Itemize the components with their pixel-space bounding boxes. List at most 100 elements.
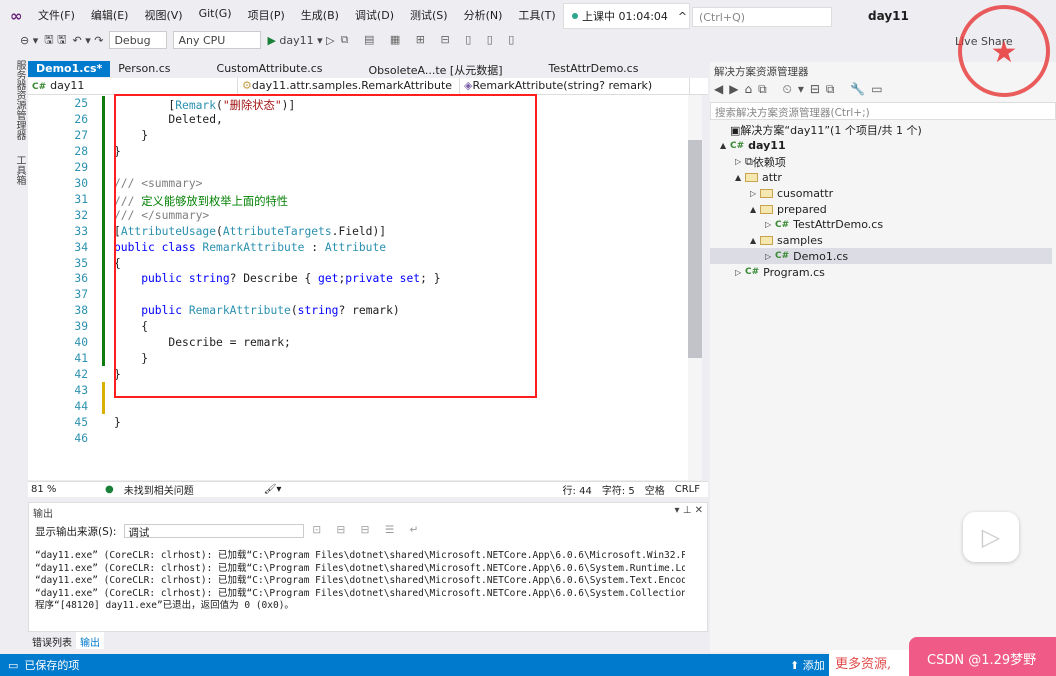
output-title: 输出 [33, 509, 53, 520]
line-number: 行: 44 [562, 486, 592, 497]
line-number: 46 [74, 431, 88, 445]
editor-scrollbar-thumb[interactable] [688, 140, 702, 358]
csharp-file-icon: C# [775, 251, 790, 262]
document-tab[interactable]: ObsoleteA...te [从元数据] [361, 61, 511, 77]
toolbox-tab[interactable]: 工具箱 [12, 155, 27, 185]
chevron-up-icon[interactable]: ^ [678, 10, 687, 23]
document-tab[interactable]: TestAttrDemo.cs [541, 61, 647, 77]
expander-icon[interactable]: ▲ [750, 205, 760, 214]
output-source-select[interactable]: 调试 [124, 524, 305, 539]
class-icon: ⚙ [242, 79, 252, 92]
menu-item[interactable]: 工具(T) [518, 7, 555, 23]
issues-status[interactable]: 未找到相关问题 [124, 482, 194, 497]
expander-icon[interactable]: ▷ [735, 157, 745, 166]
output-tab[interactable]: 输出 [76, 632, 104, 649]
menu-item[interactable]: Git(G) [199, 7, 232, 23]
highlight-annotation-box [114, 94, 537, 398]
expander-icon[interactable]: ▲ [735, 173, 745, 182]
csharp-file-icon: C# [775, 219, 790, 230]
line-number: 43 [74, 384, 88, 398]
folder-icon [760, 236, 773, 246]
expander-icon[interactable]: ▷ [765, 220, 775, 229]
menu-item[interactable]: 项目(P) [248, 7, 285, 23]
menu-item[interactable]: 分析(N) [464, 7, 503, 23]
save-icon[interactable]: 🖫 🖫 [44, 31, 66, 50]
menu-item[interactable]: 视图(V) [144, 7, 182, 23]
csharp-project-icon: C# [32, 82, 47, 92]
output-toolbar-icons[interactable]: ⊡ ⊟ ⊟ ☰ ↵ [312, 524, 424, 538]
cleanup-icon[interactable]: 🖌▾ [264, 484, 282, 495]
type-dropdown[interactable]: ⚙day11.attr.samples.RemarkAttribute [238, 78, 460, 94]
menu-item[interactable]: 生成(B) [301, 7, 339, 23]
output-source-value: 调试 [128, 527, 150, 539]
platform-select[interactable]: Any CPU [173, 31, 262, 49]
tree-item-label: prepared [777, 202, 827, 216]
line-ending[interactable]: CRLF [675, 484, 700, 495]
status-text: 已保存的项 [24, 659, 80, 672]
menu-item[interactable]: 调试(D) [355, 7, 394, 23]
document-tab[interactable]: CustomAttribute.cs [209, 61, 331, 77]
zoom-select[interactable]: 81 % [31, 484, 75, 495]
navigation-bar: C# day11 ⚙day11.attr.samples.RemarkAttrib… [28, 78, 708, 95]
expander-icon[interactable]: ▲ [750, 236, 760, 245]
tree-item[interactable]: ▣ 解决方案“day11”(1 个项目/共 1 个) [710, 122, 1052, 138]
document-tab[interactable]: Person.cs [110, 61, 178, 77]
tree-item[interactable]: ▲ samples [710, 233, 1052, 249]
project-dropdown[interactable]: C# day11 [28, 78, 238, 94]
server-explorer-tab[interactable]: 服务器资源管理器 [14, 60, 25, 140]
output-tabs: 错误列表 输出 [28, 632, 708, 649]
solution-explorer-toolbar[interactable]: ◀▶⌂⧉ ⏲▾⊟⧉ 🔧▭ [714, 82, 889, 100]
member-value: RemarkAttribute(string? remark) [472, 79, 653, 92]
line-number: 40 [74, 336, 88, 350]
code-token: } [114, 416, 121, 429]
run-button[interactable]: ▶ day11 ▾ ▷ [267, 34, 334, 47]
status-dot-icon [572, 13, 578, 19]
expander-icon[interactable]: ▲ [720, 141, 730, 150]
left-tool-strip: 服务器资源管理器 工具箱 [0, 55, 27, 653]
star-icon: ★ [990, 35, 1018, 70]
line-number: 38 [74, 304, 88, 318]
tree-item[interactable]: ▷ C# Program.cs [710, 264, 1052, 280]
line-number: 30 [74, 176, 88, 190]
tree-item[interactable]: ▷ cusomattr [710, 185, 1052, 201]
whitespace-mode[interactable]: 空格 [645, 482, 665, 497]
config-select[interactable]: Debug [109, 31, 168, 49]
change-indicator-saved [102, 96, 105, 366]
menu-item[interactable]: 测试(S) [410, 7, 448, 23]
expander-icon[interactable]: ▷ [735, 268, 745, 277]
tree-item[interactable]: ▷ C# Demo1.cs [710, 248, 1052, 265]
tree-item[interactable]: ▲ prepared [710, 201, 1052, 217]
add-to-source-control[interactable]: ⬆ 添加 [790, 657, 825, 673]
tree-item-label: Demo1.cs [793, 249, 849, 263]
solution-search-input[interactable]: 搜索解决方案资源管理器(Ctrl+;) [710, 102, 1056, 120]
line-number: 26 [74, 112, 88, 126]
undo-icon[interactable]: ↶ ▾ ↷ [73, 34, 104, 47]
expander-icon[interactable]: ▷ [765, 252, 775, 261]
expander-icon[interactable]: ▷ [750, 189, 760, 198]
back-icon[interactable]: ⊖ ▾ [20, 34, 38, 47]
tree-item-label: 解决方案“day11”(1 个项目/共 1 个) [740, 124, 922, 137]
class-timer: 上课中 01:04:04 ^ [563, 3, 690, 29]
document-tab[interactable]: Demo1.cs* [28, 61, 111, 77]
search-input[interactable]: (Ctrl+Q) [692, 7, 832, 27]
video-player-icon[interactable]: ▷ [963, 512, 1019, 562]
toolbar: ⊖ ▾ 🖫 🖫 ↶ ▾ ↷ Debug Any CPU ▶ day11 ▾ ▷ … [0, 30, 710, 50]
run-label: day11 [279, 33, 314, 47]
member-dropdown[interactable]: ◈RemarkAttribute(string? remark) [460, 78, 690, 94]
solution-explorer: 解决方案资源管理器 ◀▶⌂⧉ ⏲▾⊟⧉ 🔧▭ 搜索解决方案资源管理器(Ctrl+… [710, 62, 1056, 652]
visual-studio-logo-icon: ∞ [10, 7, 23, 25]
line-number: 32 [74, 208, 88, 222]
csdn-watermark-button[interactable]: CSDN @1.29梦野 [909, 637, 1056, 676]
output-tab[interactable]: 错误列表 [28, 632, 76, 649]
tree-item-label: day11 [748, 139, 786, 153]
menu-item[interactable]: 编辑(E) [91, 7, 129, 23]
tree-item[interactable]: ▲ attr [710, 169, 1052, 185]
line-number: 29 [74, 160, 88, 174]
menu-item[interactable]: 文件(F) [38, 7, 75, 23]
check-icon: ● [105, 484, 114, 495]
close-icon[interactable]: ▾ ⊥ ✕ [675, 505, 703, 516]
tree-item[interactable]: ▷ ⧉ 依赖项 [710, 154, 1052, 170]
tree-item[interactable]: ▲ C# day11 [710, 138, 1052, 154]
misc-toolbar-icons[interactable]: ⧉ ▤ ▦ ⊞ ⊟ ▯ ▯ ▯ [341, 33, 521, 47]
tree-item[interactable]: ▷ C# TestAttrDemo.cs [710, 217, 1052, 233]
